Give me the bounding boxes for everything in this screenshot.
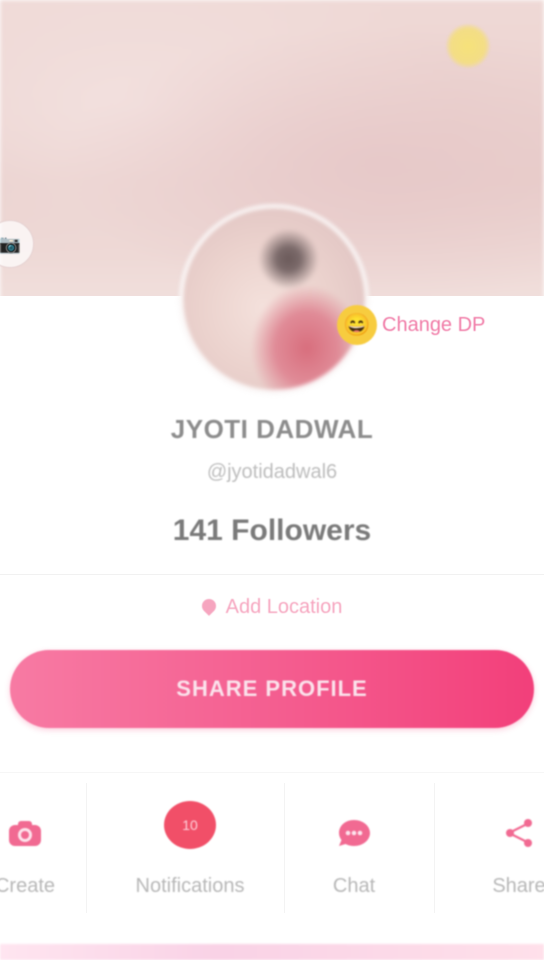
- cover-sun-decoration: [446, 24, 490, 68]
- notification-badge-count: 10: [182, 817, 198, 833]
- tab-create-label: Create: [0, 875, 56, 897]
- bottom-actions: Create 10 Notifications Chat Share: [0, 772, 544, 923]
- tab-separator: [86, 783, 87, 913]
- tab-separator: [284, 783, 285, 913]
- tab-separator: [434, 783, 435, 913]
- camera-icon: [3, 811, 47, 855]
- camera-icon: 📷: [0, 233, 22, 254]
- add-location-label: Add Location: [225, 596, 343, 618]
- followers-count[interactable]: 141 Followers: [0, 514, 544, 548]
- change-dp-link[interactable]: Change DP: [382, 314, 485, 337]
- profile-avatar[interactable]: [180, 205, 368, 393]
- profile-name: JYOTI DADWAL: [170, 414, 374, 444]
- share-icon: [497, 811, 541, 855]
- location-pin-icon: [202, 599, 216, 617]
- profile-handle: @jyotidadwal6: [206, 461, 338, 483]
- tab-notifications-label: Notifications: [135, 875, 245, 897]
- tab-share[interactable]: Share: [474, 773, 544, 923]
- add-location-link[interactable]: Add Location: [0, 596, 544, 619]
- tab-chat-label: Chat: [332, 875, 376, 897]
- tab-share-label: Share: [492, 875, 544, 897]
- divider: [0, 574, 544, 575]
- bottom-gradient-bar: [0, 944, 544, 960]
- tab-notifications[interactable]: 10 Notifications: [110, 773, 270, 923]
- tab-create[interactable]: Create: [0, 773, 70, 923]
- chat-icon: [332, 811, 376, 855]
- tab-chat[interactable]: Chat: [306, 773, 402, 923]
- notification-bubble-icon: 10: [164, 801, 216, 849]
- emoji-badge-icon[interactable]: 😄: [337, 305, 377, 345]
- share-profile-button[interactable]: SHARE PROFILE: [10, 650, 534, 728]
